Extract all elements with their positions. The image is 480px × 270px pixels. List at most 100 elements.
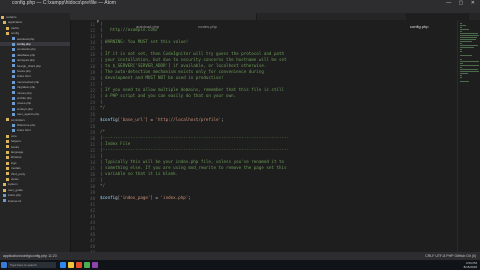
tree-folder[interactable]: user_guide [0,187,70,192]
tree-file[interactable]: migration.php [0,85,70,90]
file-icon [12,42,15,46]
minimap-line [460,43,462,44]
tree-label: models [11,166,21,171]
minimap[interactable] [457,20,480,260]
tree-folder[interactable]: core [0,134,70,138]
minimap-line [460,75,462,76]
line-number: 25 [90,106,95,111]
minimap-line [460,51,462,52]
tree-folder[interactable]: hooks [0,144,70,149]
folder-icon [6,145,9,149]
file-icon [12,91,15,95]
code-line: | your installation, but due to security… [100,57,287,62]
start-icon[interactable] [1,262,7,268]
tree-label: user_agents.php [17,112,40,117]
editor-tab[interactable]: routes.php [194,13,257,29]
tree-file[interactable]: constants.php [0,47,70,51]
code-line: | If it is not set, then CodeIgniter wil… [100,51,285,56]
tree-file[interactable]: doctypes.php [0,58,70,62]
window-controls[interactable]: — ▢ ✕ [446,0,478,7]
tree-file[interactable]: user_agents.php [0,112,70,117]
tree-file[interactable]: index.html [0,74,70,78]
tree-file[interactable]: index.php [0,193,70,197]
tree-label: libraries [11,155,22,160]
tree-file[interactable]: database.php [0,53,70,57]
minimap-line [460,29,469,30]
tree-folder[interactable]: codeIns [0,15,70,19]
app-icon[interactable] [92,262,98,268]
tree-folder[interactable]: application [0,20,70,25]
code-editor[interactable]: | | http://example.com/| | WARNING: You MU… [97,20,457,260]
line-number: 18 [90,64,95,69]
status-right-items[interactable]: CRLF UTF-8 PHP GitHub Git (0) [425,252,476,260]
tree-file[interactable]: memcached.php [0,80,70,84]
tree-file[interactable]: profiler.php [0,96,70,100]
chrome-icon[interactable] [76,262,82,268]
title-bar: config.php — C:\xampp\htdocs\pre\file — … [0,0,480,7]
tree-folder[interactable]: cache [0,25,70,30]
tree-folder[interactable]: controllers [0,118,70,122]
editor-tab[interactable]: autoload.php [132,13,195,29]
minimap-line [460,23,462,24]
tree-file[interactable]: routes.php [0,101,70,105]
tree-folder[interactable]: config [0,31,70,35]
line-number: 21 [90,82,95,87]
line-number: 41 [90,202,95,207]
editor-tab[interactable]: Settings [70,13,133,29]
line-number: 15 [90,46,95,51]
tree-folder[interactable]: helpers [0,139,70,144]
file-icon [12,85,15,89]
atom-icon[interactable] [84,262,90,268]
minimap-line [460,69,479,70]
tree-file[interactable]: license.txt [0,199,70,203]
tree-label: logs [11,160,17,165]
code-line: | [100,45,103,50]
code-line: | to $_SERVER['SERVER_ADDR'] if availabl… [100,63,267,68]
tree-file[interactable]: foreign_chars.php [0,64,70,68]
tree-folder[interactable]: third_party [0,172,70,176]
line-number: 39 [90,190,95,195]
file-icon [12,129,15,133]
tree-folder[interactable]: models [0,166,70,171]
tree-folder[interactable]: language [0,150,70,154]
tree-folder[interactable]: libraries [0,155,70,160]
tree-file[interactable]: index.html [0,128,70,133]
tree-label: cache [11,25,20,30]
line-number: 48 [90,244,95,249]
minimap-line [460,41,473,42]
task-view-icon[interactable] [60,262,66,268]
file-icon [12,96,15,100]
line-number: 14 [90,40,95,45]
tree-folder[interactable]: logs [0,160,70,165]
minimap-line [460,55,473,56]
tree-label: autoload.php [17,36,35,41]
taskbar-search-input[interactable]: Type here to search [8,262,56,268]
tree-file[interactable]: mimes.php [0,91,70,95]
tree-label: user_guide [8,187,23,192]
tree-file[interactable]: smileys.php [0,107,70,111]
code-line: | The auto-detection mechanism exists on… [100,69,264,74]
code-line: | [100,21,103,26]
tree-folder[interactable]: views [0,177,70,181]
tree-file[interactable]: autoload.php [0,36,70,41]
minimap-line [460,67,462,68]
tree-file[interactable]: Welcome.php [0,123,70,127]
tree-label: helpers [11,139,21,144]
tree-label: migration.php [17,85,36,90]
tree-folder[interactable]: system [0,182,70,186]
tree-label: Welcome.php [17,123,36,127]
file-explorer-icon[interactable] [68,262,74,268]
code-line: /* [100,129,106,134]
line-number: 33 [90,154,95,159]
system-clock[interactable]: 4:53 PM 8/15/2018 [464,261,477,269]
tree-label: hooks.php [17,69,31,73]
folder-icon [3,188,6,192]
tree-label: hooks [11,144,20,149]
status-file-path[interactable]: application/config/config.php 11:23 [3,252,57,260]
tree-label: application [8,20,23,25]
minimap-line [460,35,479,36]
tree-file[interactable]: config.php [0,42,70,46]
minimap-line [460,63,463,64]
editor-tab[interactable]: config.php [406,13,469,29]
tree-file[interactable]: hooks.php [0,69,70,73]
